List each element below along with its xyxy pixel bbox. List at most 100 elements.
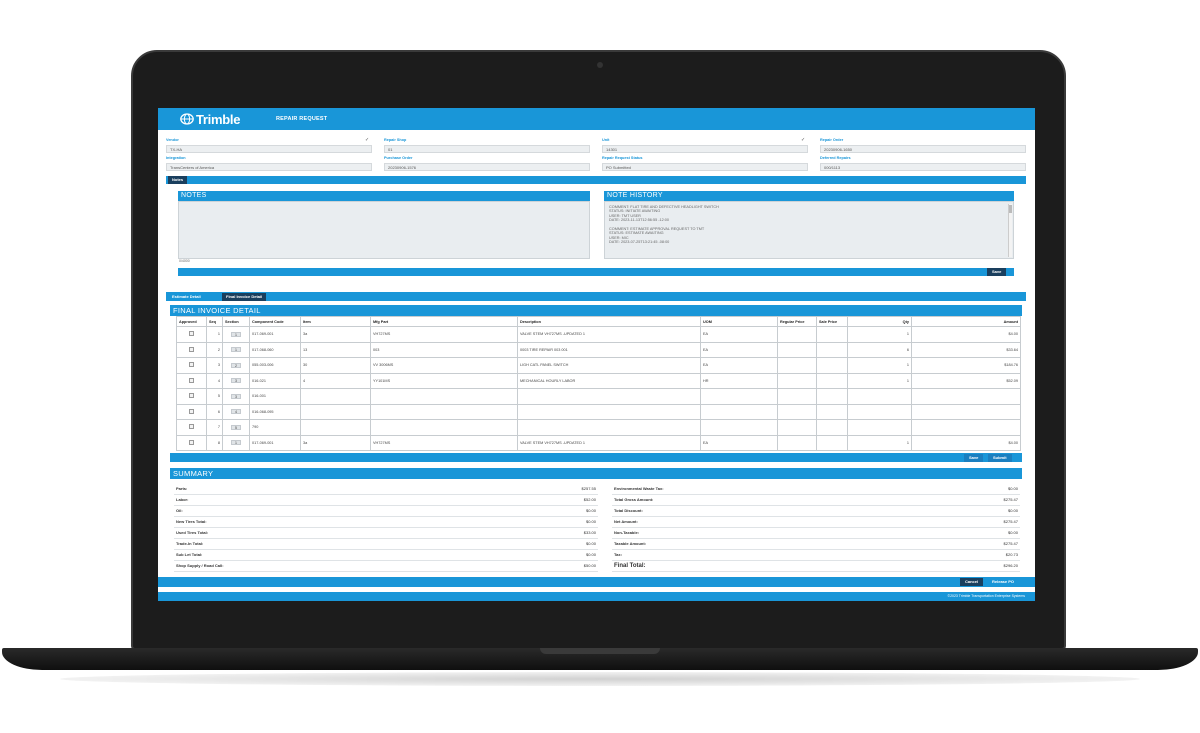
note-history-scrollbar[interactable] xyxy=(1008,204,1012,257)
table-row[interactable]: 5 3 016-001 xyxy=(176,388,1021,405)
summary-value: $275.47 xyxy=(1003,497,1018,502)
table-row[interactable]: 3 2 055-003-006 30 VV 3006MS LIGH CATL PANEL … xyxy=(176,357,1021,374)
table-cell xyxy=(700,388,778,405)
table-row[interactable]: 4 3 016-021 4 YY101MS MECHANICAL HOURLY LABOR… xyxy=(176,372,1021,389)
table-cell: VALVE STEM VH727MS -UPDATED 1 xyxy=(517,434,701,451)
approve-checkbox[interactable] xyxy=(189,424,194,430)
cancel-button[interactable]: Cancel xyxy=(960,578,984,586)
table-cell: 1 xyxy=(206,326,223,343)
table-cell xyxy=(176,434,207,451)
table-cell xyxy=(777,357,817,374)
table-row[interactable]: 2 1 017-068-060 13 003 0003 TIRE REPAIR 003 0… xyxy=(176,341,1021,358)
table-cell: 3 xyxy=(222,372,250,389)
section-stepper[interactable]: 1 xyxy=(231,440,241,446)
field-input[interactable]: 20230906-1576 xyxy=(384,163,590,171)
column-header[interactable]: Approved xyxy=(176,316,207,327)
column-header[interactable]: Description xyxy=(517,316,701,327)
table-cell xyxy=(777,341,817,358)
section-stepper[interactable]: 1 xyxy=(231,331,241,337)
table-row[interactable]: 7 5 790 xyxy=(176,419,1021,436)
approve-checkbox[interactable] xyxy=(189,331,194,337)
notes-textarea[interactable] xyxy=(178,201,590,259)
table-cell: 30 xyxy=(300,357,371,374)
approve-checkbox[interactable] xyxy=(189,362,194,368)
summary-value: $275.47 xyxy=(1003,541,1018,546)
column-header[interactable]: Item xyxy=(300,316,371,327)
notes-save-button[interactable]: Save xyxy=(987,268,1007,276)
table-cell xyxy=(847,419,912,436)
note-history-line: DATE: 2023-07-25T13:21:45 -08:00 xyxy=(609,240,670,245)
section-stepper[interactable]: 1 xyxy=(231,347,241,353)
field-input[interactable]: TransCenters of America xyxy=(166,163,372,171)
section-stepper[interactable]: 3 xyxy=(231,378,241,384)
approve-checkbox[interactable] xyxy=(189,377,194,383)
tab-notes[interactable]: Notes xyxy=(168,176,188,184)
footer-bar xyxy=(158,592,1035,601)
section-stepper[interactable]: 2 xyxy=(231,362,241,368)
column-header[interactable]: Qty xyxy=(847,316,912,327)
summary-value: $50.00 xyxy=(583,563,596,568)
notes-tab-bar xyxy=(166,176,1026,184)
summary-label: Environmental Waste Tax: xyxy=(614,486,664,491)
summary-label: Parts: xyxy=(176,486,188,491)
field-input[interactable]: 01 xyxy=(384,145,590,153)
column-header[interactable]: Component Code xyxy=(249,316,301,327)
logo-text: Trimble xyxy=(196,111,241,127)
summary-value: $52.00 xyxy=(583,497,596,502)
scrollbar-thumb[interactable] xyxy=(1009,205,1012,213)
summary-value: $0.00 xyxy=(585,508,596,513)
table-cell: EA xyxy=(700,341,778,358)
table-cell: 2 xyxy=(222,357,250,374)
note-history-list[interactable]: COMMENT: FLAT TIRE AND DEFECTIVE HEADLIG… xyxy=(604,201,1014,259)
summary-row: Final Total: $296.20 xyxy=(612,561,1020,572)
table-cell: 016-068-095 xyxy=(249,403,301,420)
approve-checkbox[interactable] xyxy=(189,408,194,414)
section-stepper[interactable]: 5 xyxy=(231,424,241,430)
table-row[interactable]: 6 4 016-068-095 xyxy=(176,403,1021,420)
table-cell: $4.00 xyxy=(911,434,1021,451)
summary-value: $0.00 xyxy=(585,552,596,557)
tab-final-invoice-detail[interactable]: Final Invoice Detail xyxy=(222,292,267,301)
field-input[interactable]: TX-HA xyxy=(166,145,372,153)
table-row[interactable]: 8 1 017-069-001 3a VH727MS VALVE STEM VH727MS… xyxy=(176,434,1021,451)
release-po-button[interactable]: Release PO xyxy=(987,578,1020,586)
approve-checkbox[interactable] xyxy=(189,439,194,445)
table-cell: 0003 TIRE REPAIR 003 001 xyxy=(517,341,701,358)
invoice-save-button[interactable]: Save xyxy=(964,453,984,462)
invoice-submit-button[interactable]: Submit xyxy=(988,453,1012,462)
summary-value: $33.00 xyxy=(583,530,596,535)
field-input[interactable]: PO Submitted xyxy=(602,163,808,171)
table-row[interactable]: 1 1 017-069-001 3a VH727MS VALVE STEM VH727MS… xyxy=(176,326,1021,343)
summary-value: $0.00 xyxy=(585,519,596,524)
summary-label: Trade-In Total: xyxy=(176,541,204,546)
table-cell: 7 xyxy=(206,419,223,436)
field-input[interactable]: 14301 xyxy=(602,145,808,153)
table-cell: 1 xyxy=(847,357,912,374)
field-input[interactable]: 20230906-1650 xyxy=(820,145,1026,153)
trimble-logo[interactable]: Trimble xyxy=(180,111,241,127)
column-header[interactable]: UOM xyxy=(700,316,778,327)
table-cell: 055-003-006 xyxy=(249,357,301,374)
summary-row: Non-Taxable: $0.00 xyxy=(612,528,1020,539)
table-cell xyxy=(847,403,912,420)
section-stepper[interactable]: 4 xyxy=(231,409,241,415)
column-header[interactable]: Section xyxy=(222,316,250,327)
table-cell xyxy=(176,341,207,358)
approve-checkbox[interactable] xyxy=(189,393,194,399)
summary-value: $275.47 xyxy=(1003,519,1018,524)
column-header[interactable]: Seq xyxy=(206,316,223,327)
field-input[interactable]: 000/1113 xyxy=(820,163,1026,171)
column-header[interactable]: Regular Price xyxy=(777,316,817,327)
table-cell: MECHANICAL HOURLY LABOR xyxy=(517,372,701,389)
app-header: Trimble REPAIR REQUEST xyxy=(158,108,1035,130)
invoice-tab-bar xyxy=(166,292,1026,301)
tab-estimate-detail[interactable]: Estimate Detail xyxy=(168,292,205,301)
page-title: REPAIR REQUEST xyxy=(276,116,328,122)
summary-label: Labor: xyxy=(176,497,189,502)
column-header[interactable]: Mfg Part xyxy=(370,316,518,327)
approve-checkbox[interactable] xyxy=(189,346,194,352)
table-cell: 5 xyxy=(206,388,223,405)
column-header[interactable]: Sale Price xyxy=(816,316,848,327)
column-header[interactable]: Amount xyxy=(911,316,1021,327)
section-stepper[interactable]: 3 xyxy=(231,393,241,399)
